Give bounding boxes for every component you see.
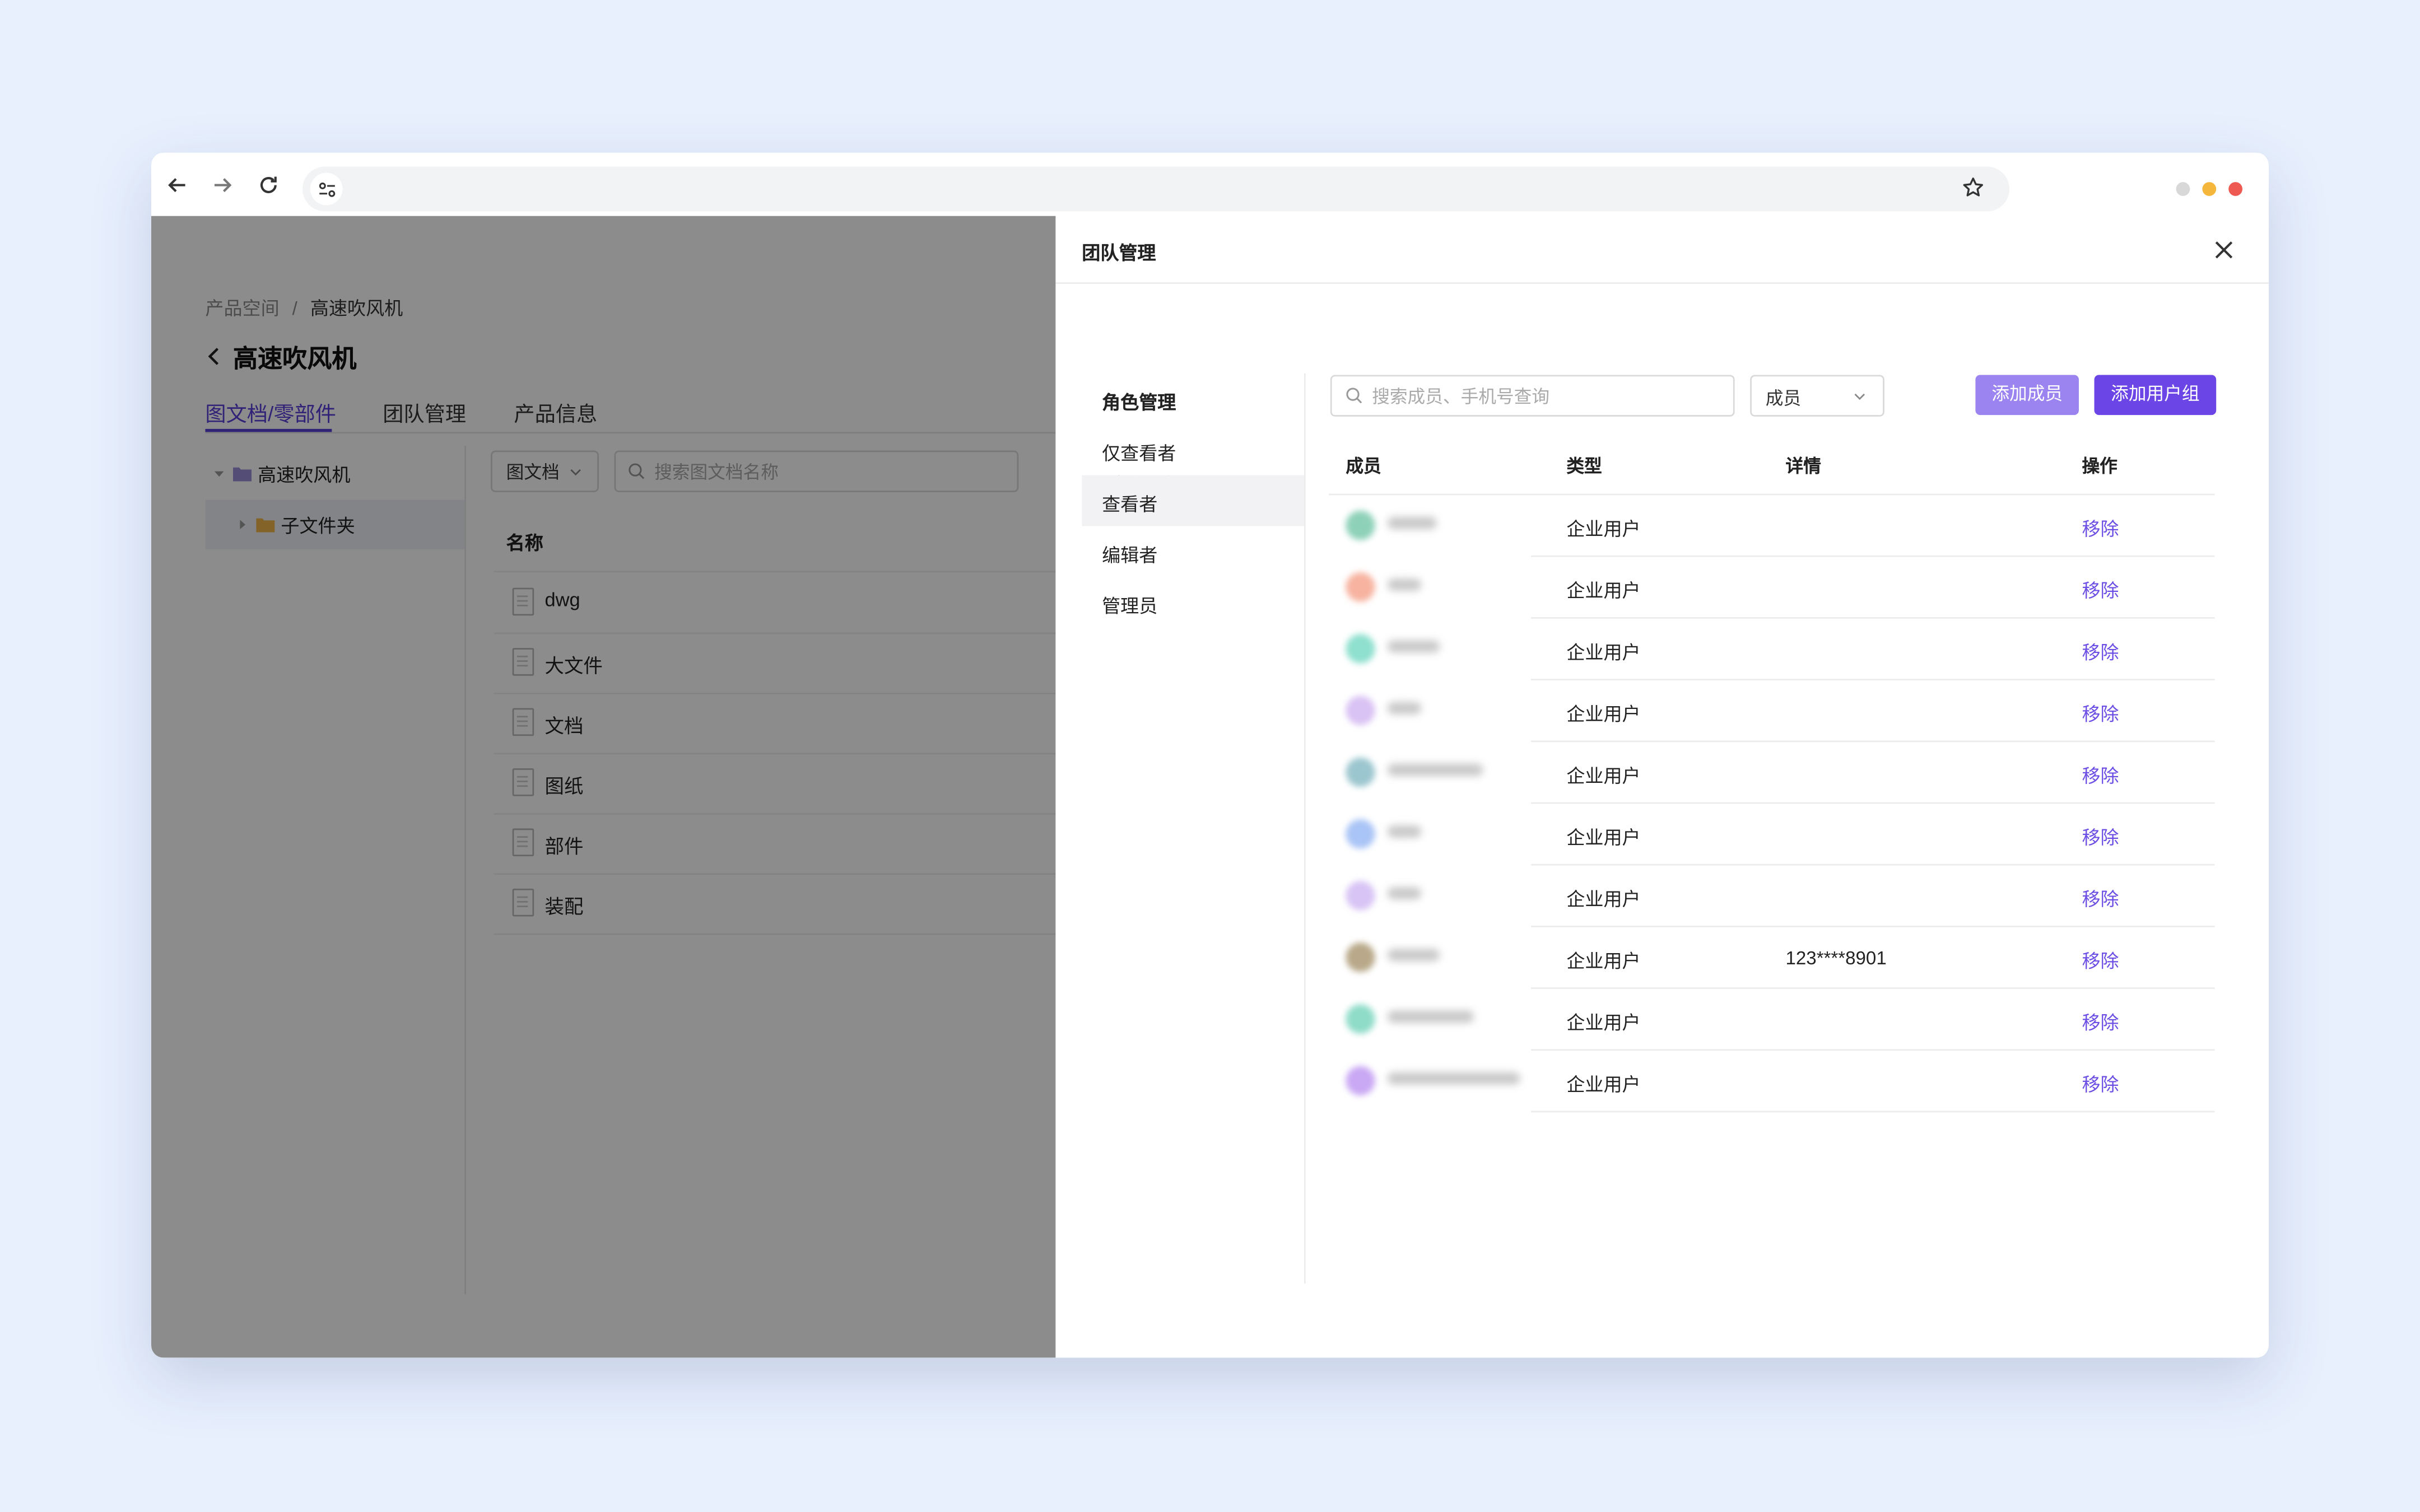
member-type-select[interactable]: 成员 — [1750, 375, 1884, 417]
member-name-redacted — [1387, 1072, 1520, 1085]
member-search-placeholder: 搜索成员、手机号查询 — [1372, 388, 1550, 407]
role-label: 管理员 — [1102, 595, 1158, 617]
role-label: 编辑者 — [1102, 544, 1158, 567]
column-details: 详情 — [1785, 458, 1821, 477]
avatar — [1346, 696, 1375, 725]
member-type: 企业用户 — [1566, 827, 1641, 849]
role-label: 查看者 — [1102, 493, 1158, 516]
address-bar[interactable] — [302, 166, 2010, 212]
member-row: 企业用户 移除 — [1329, 866, 2215, 927]
remove-member-link[interactable]: 移除 — [2082, 824, 2119, 850]
role-item-viewer[interactable]: 查看者 — [1082, 475, 1304, 526]
remove-member-link[interactable]: 移除 — [2082, 1009, 2119, 1035]
reload-icon — [260, 176, 277, 193]
member-type: 企业用户 — [1566, 642, 1641, 664]
remove-member-link[interactable]: 移除 — [2082, 639, 2119, 665]
bookmark-button[interactable] — [1962, 176, 1985, 207]
remove-member-link[interactable]: 移除 — [2082, 948, 2119, 974]
star-icon — [1963, 178, 1983, 197]
window-maximize-dot[interactable] — [2202, 182, 2217, 196]
role-management-heading: 角色管理 — [1082, 374, 1304, 424]
back-button[interactable] — [161, 168, 195, 202]
remove-member-link[interactable]: 移除 — [2082, 577, 2119, 603]
remove-member-link[interactable]: 移除 — [2082, 1071, 2119, 1097]
member-type: 企业用户 — [1566, 765, 1641, 787]
member-name-redacted — [1387, 578, 1422, 591]
drawer-header-divider — [1055, 282, 2269, 284]
member-name-redacted — [1387, 763, 1483, 776]
row-divider — [1530, 1110, 2215, 1113]
role-panel-divider — [1304, 373, 1306, 1284]
avatar — [1346, 1066, 1375, 1096]
member-name-redacted — [1387, 516, 1437, 529]
member-type: 企业用户 — [1566, 703, 1641, 725]
role-label: 仅查看者 — [1102, 442, 1176, 465]
forward-button[interactable] — [205, 168, 239, 202]
chevron-down-icon — [1854, 393, 1865, 400]
member-row: 企业用户 移除 — [1329, 1051, 2215, 1113]
add-member-button[interactable]: 添加成员 — [1975, 375, 2079, 416]
member-type: 企业用户 — [1566, 1012, 1641, 1034]
column-action: 操作 — [2082, 458, 2118, 477]
avatar — [1346, 572, 1375, 602]
remove-member-link[interactable]: 移除 — [2082, 762, 2119, 788]
avatar — [1346, 1004, 1375, 1034]
arrow-right-icon — [214, 178, 232, 193]
remove-member-link[interactable]: 移除 — [2082, 701, 2119, 727]
member-row: 企业用户 移除 — [1329, 742, 2215, 804]
reload-button[interactable] — [252, 168, 286, 202]
tune-icon — [318, 181, 334, 197]
member-row: 企业用户 移除 — [1329, 619, 2215, 680]
column-type: 类型 — [1566, 458, 1602, 477]
member-row: 企业用户 123****8901 移除 — [1329, 927, 2215, 989]
member-row: 企业用户 移除 — [1329, 680, 2215, 743]
member-name-redacted — [1387, 825, 1422, 838]
member-search-input[interactable]: 搜索成员、手机号查询 — [1330, 375, 1735, 417]
member-type: 企业用户 — [1566, 1074, 1641, 1096]
search-icon — [1346, 388, 1362, 404]
member-name-redacted — [1387, 1010, 1474, 1023]
close-button[interactable] — [2210, 236, 2238, 264]
member-row: 企业用户 移除 — [1329, 557, 2215, 619]
remove-member-link[interactable]: 移除 — [2082, 515, 2119, 542]
browser-toolbar — [151, 152, 2269, 216]
member-name-redacted — [1387, 702, 1422, 715]
role-item-view-only[interactable]: 仅查看者 — [1082, 424, 1304, 475]
avatar — [1346, 819, 1375, 849]
drawer-title: 团队管理 — [1082, 242, 1156, 264]
role-label: 角色管理 — [1102, 391, 1176, 414]
window-minimize-dot[interactable] — [2176, 182, 2190, 196]
member-row: 企业用户 移除 — [1329, 804, 2215, 866]
member-type: 企业用户 — [1566, 580, 1641, 602]
member-row: 企业用户 移除 — [1329, 989, 2215, 1051]
avatar — [1346, 881, 1375, 911]
arrow-left-icon — [168, 178, 185, 193]
remove-member-link[interactable]: 移除 — [2082, 885, 2119, 912]
avatar — [1346, 510, 1375, 540]
window-close-dot[interactable] — [2228, 182, 2243, 196]
member-type: 企业用户 — [1566, 888, 1641, 911]
close-icon — [2215, 241, 2233, 259]
role-item-editor[interactable]: 编辑者 — [1082, 526, 1304, 577]
site-info-button[interactable] — [310, 172, 343, 206]
member-type: 企业用户 — [1566, 518, 1641, 540]
team-management-drawer: 团队管理 子文件夹 角色管理 仅查看者 查看者 编辑者 管理员 搜索成员、手机号… — [1055, 216, 2269, 1358]
member-row: 企业用户 移除 — [1329, 495, 2215, 557]
member-name-redacted — [1387, 887, 1422, 900]
member-type-value: 成员 — [1765, 390, 1802, 409]
modal-overlay[interactable] — [151, 216, 1056, 1358]
add-user-group-button[interactable]: 添加用户组 — [2094, 375, 2217, 416]
member-name-redacted — [1387, 640, 1440, 653]
avatar — [1346, 942, 1375, 972]
member-name-redacted — [1387, 949, 1440, 962]
role-item-admin[interactable]: 管理员 — [1082, 577, 1304, 628]
browser-window: 产品空间 / 高速吹风机 高速吹风机 图文档/零部件 团队管理 产品信息 高速吹… — [151, 152, 2269, 1358]
avatar — [1346, 634, 1375, 664]
member-type: 企业用户 — [1566, 950, 1641, 972]
column-member: 成员 — [1346, 458, 1381, 477]
avatar — [1346, 757, 1375, 787]
member-details: 123****8901 — [1785, 947, 1887, 969]
